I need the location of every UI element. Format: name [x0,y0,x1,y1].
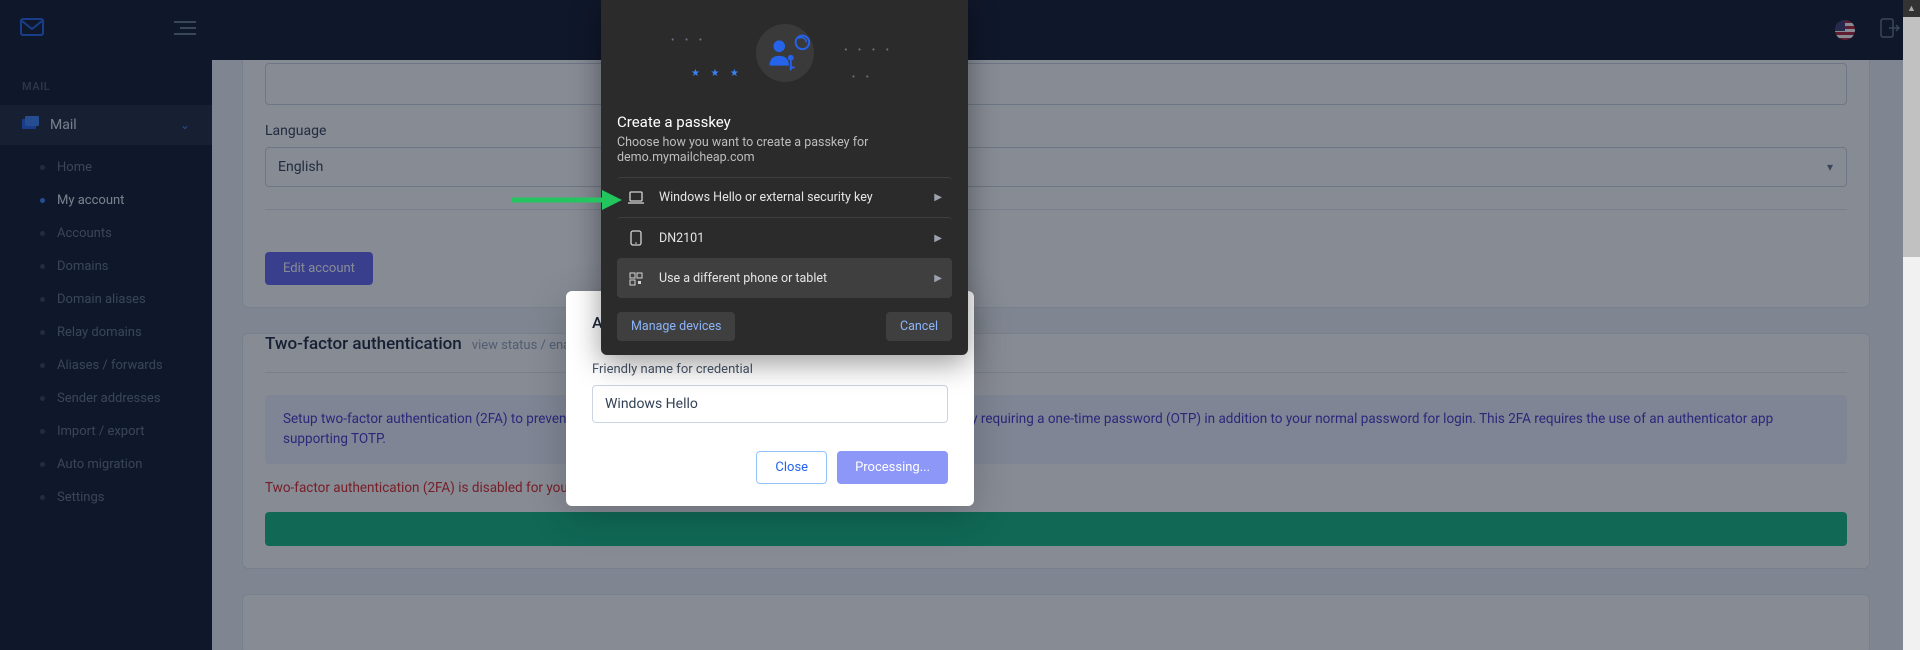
close-button[interactable]: Close [756,451,827,484]
passkey-option-label: Use a different phone or tablet [659,271,827,286]
passkey-option-phone[interactable]: DN2101 ▶ [617,217,952,258]
chevron-right-icon: ▶ [934,233,942,244]
cancel-button[interactable]: Cancel [886,312,952,341]
chevron-right-icon: ▶ [934,273,942,284]
page-scrollbar[interactable]: ▲ [1903,0,1920,650]
passkey-option-qr[interactable]: Use a different phone or tablet ▶ [617,258,952,298]
qr-icon [627,272,645,286]
chevron-right-icon: ▶ [934,192,942,203]
passkey-title: Create a passkey [617,113,952,131]
manage-devices-button[interactable]: Manage devices [617,312,735,341]
annotation-arrow [507,186,622,218]
credential-name-input[interactable] [592,385,948,423]
scroll-up-icon[interactable]: ▲ [1903,0,1920,17]
passkey-illustration: • • • ★ ★ ★ • • • • • • [601,0,968,105]
passkey-option-label: Windows Hello or external security key [659,190,873,205]
phone-icon [627,230,645,246]
passkey-dialog: • • • ★ ★ ★ • • • • • • Create a passkey… [601,0,968,355]
passkey-option-laptop[interactable]: Windows Hello or external security key ▶ [617,177,952,217]
passkey-option-label: DN2101 [659,231,704,246]
credential-name-label: Friendly name for credential [592,362,948,377]
laptop-icon [627,191,645,205]
processing-button: Processing... [837,451,948,484]
passkey-subtitle: Choose how you want to create a passkey … [617,135,952,165]
scrollbar-thumb[interactable] [1903,17,1920,257]
